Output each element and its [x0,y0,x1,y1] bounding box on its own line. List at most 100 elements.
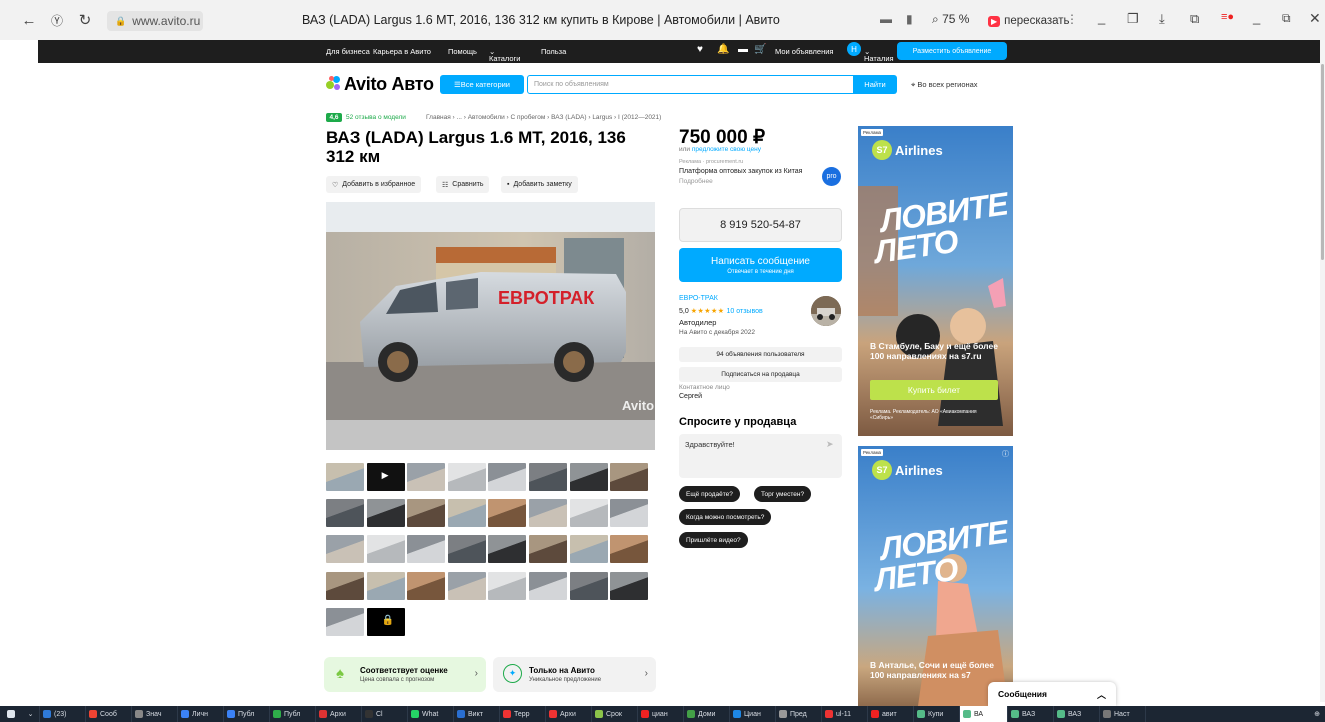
offer-price-link[interactable]: или предложите свою цену [679,146,761,153]
photo-thumbnail[interactable] [447,463,486,491]
quick-question-bargain[interactable]: Торг уместен? [754,486,812,502]
taskbar-item[interactable]: авит [868,706,914,722]
user-name[interactable]: Наталия ⌄ [864,47,894,63]
photo-thumbnail[interactable] [529,571,567,600]
taskbar-item[interactable]: Архи [546,706,592,722]
send-icon[interactable]: ➤ [826,439,834,450]
video-thumbnail[interactable]: ▶ [366,463,405,491]
region-selector[interactable]: ⌖ Во всех регионах [911,80,978,90]
window-restore-icon[interactable]: ⧉ [1282,11,1291,26]
taskbar-item[interactable]: Наст [1100,706,1146,722]
buy-ticket-button[interactable]: Купить билет [870,380,998,400]
more-icon[interactable]: ⋮ [1066,12,1078,26]
quick-question-video[interactable]: Пришлёте видео? [679,532,748,548]
photo-thumbnail[interactable] [569,463,608,491]
taskbar-item[interactable]: Викт [454,706,500,722]
price-estimate-badge[interactable]: ♠ Соответствует оценке Цена совпала с про… [324,657,486,692]
user-ads-button[interactable]: 94 объявления пользователя [679,347,842,362]
photo-thumbnail[interactable] [610,499,649,528]
photo-thumbnail[interactable] [407,571,446,600]
start-button[interactable] [0,706,22,722]
photo-thumbnail[interactable] [488,499,527,528]
model-reviews-link[interactable]: 52 отзыва о модели [346,114,406,121]
taskbar-item[interactable]: What [408,706,454,722]
favorites-icon[interactable]: ♥ [697,44,703,55]
post-ad-button[interactable]: Разместить объявление [897,42,1007,60]
address-bar[interactable]: 🔒 www.avito.ru [107,11,203,31]
photo-thumbnail[interactable] [326,535,364,564]
minimize-icon[interactable]: _ [1098,10,1105,25]
info-icon[interactable]: ⓘ [1002,449,1009,459]
taskbar-item[interactable]: Личн [178,706,224,722]
photo-thumbnail[interactable] [488,463,527,491]
messages-widget[interactable]: Сообщения ︿ [988,682,1116,706]
photo-thumbnail[interactable] [447,499,486,528]
avatar[interactable]: Н [847,42,861,56]
photo-thumbnail[interactable] [326,571,364,600]
quick-question-still-selling[interactable]: Ещё продаёте? [679,486,740,502]
s7-banner-top[interactable]: Реклама S7 Airlines ЛОВИТЕ ЛЕТО В Стамбуле… [858,126,1013,436]
write-message-button[interactable]: Написать сообщение Отвечает в течение дн… [679,248,842,282]
photo-thumbnail[interactable] [610,463,649,491]
yandex-icon[interactable]: Ⓨ [46,9,68,31]
ad-more-link[interactable]: Подробнее [679,178,713,185]
quick-question-when-view[interactable]: Когда можно посмотреть? [679,509,772,525]
photo-thumbnail[interactable] [529,535,567,564]
taskbar-item[interactable]: ВАЗ [1008,706,1054,722]
taskbar-item[interactable]: Купи [914,706,960,722]
notifications-icon[interactable]: 🔔 [717,44,729,55]
seller-rating[interactable]: 5,0 ★★★★★ 10 отзывов [679,307,763,315]
taskbar-item[interactable]: Сооб [86,706,132,722]
photo-thumbnail[interactable] [569,499,608,528]
photo-thumbnail[interactable] [326,607,364,636]
photo-thumbnail[interactable] [326,499,364,528]
show-phone-button[interactable]: 8 919 520-54-87 [679,208,842,242]
compare-button[interactable]: ☷ Сравнить [436,176,490,193]
taskbar-item[interactable]: Терр [500,706,546,722]
main-photo[interactable]: ЕВРОТРАК Avito [326,202,655,450]
reload-icon[interactable]: ↻ [74,9,96,31]
zoom-level[interactable]: ⌕ 75 % [932,12,969,27]
photo-thumbnail[interactable] [407,535,446,564]
download-icon[interactable]: ⤓ [1159,11,1165,27]
ad-text[interactable]: Платформа оптовых закупок из Китая [679,167,819,176]
window-close-icon[interactable]: ✕ [1309,10,1321,27]
nav-link-catalogs[interactable]: Каталоги ⌄ [489,47,520,63]
taskbar-item[interactable]: Пред [776,706,822,722]
photo-thumbnail[interactable] [610,535,649,564]
back-icon[interactable]: ← [18,9,40,31]
taskbar-add-icon[interactable]: ⊕ [1309,706,1325,722]
nav-link-career[interactable]: Карьера в Авито [373,47,431,56]
pro-logo-icon[interactable]: pro [822,167,841,186]
seller-name-link[interactable]: ЕВРО-ТРАК [679,295,718,302]
subscribe-button[interactable]: Подписаться на продавца [679,367,842,382]
bookmark-icon[interactable]: ▮ [906,12,913,26]
taskbar-item[interactable]: Архи [316,706,362,722]
photo-thumbnail[interactable] [569,535,608,564]
taskbar-item[interactable]: Cl [362,706,408,722]
breadcrumb[interactable]: Главная › ... › Автомобили › С пробегом … [426,114,661,121]
photo-thumbnail[interactable] [569,571,608,600]
scrollbar-thumb[interactable] [1321,64,1324,260]
taskbar-item[interactable]: Знач [132,706,178,722]
my-ads-link[interactable]: Мои объявления [775,47,834,56]
taskbar-item[interactable]: ВА [960,706,1008,722]
photo-thumbnail[interactable] [488,571,527,600]
nav-link-benefit[interactable]: Польза [541,47,566,56]
photo-thumbnail[interactable] [407,463,446,491]
ask-seller-input[interactable]: Здравствуйте! [679,434,842,478]
taskbar-item[interactable]: (23) [40,706,86,722]
alice-icon[interactable]: ≡● [1221,11,1234,23]
photo-thumbnail[interactable] [529,463,567,491]
all-categories-button[interactable]: ☰ Все категории [440,75,524,94]
taskbar-item[interactable]: Циан [730,706,776,722]
photo-thumbnail[interactable] [407,499,446,528]
taskbar-item[interactable]: Публ [270,706,316,722]
photo-thumbnail[interactable] [610,571,649,600]
photo-thumbnail[interactable] [326,463,364,491]
seller-avatar[interactable] [811,296,841,326]
add-note-button[interactable]: ▪ Добавить заметку [501,176,578,193]
extensions-icon[interactable]: ⧉ [1190,11,1199,27]
photo-thumbnail[interactable] [447,571,486,600]
photo-thumbnail[interactable] [366,571,405,600]
